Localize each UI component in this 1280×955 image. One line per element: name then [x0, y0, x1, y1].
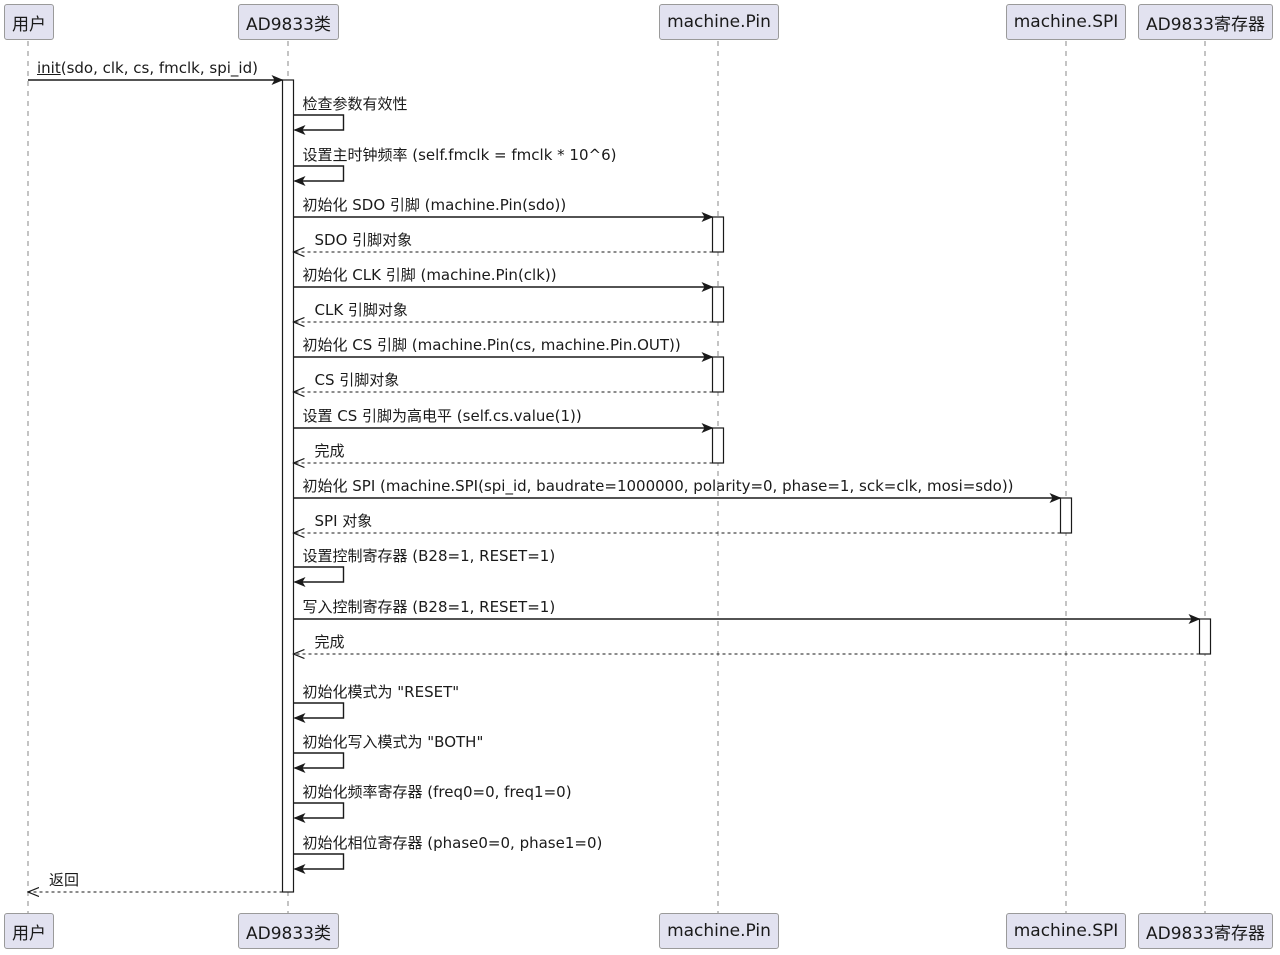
- message-label: 设置 CS 引脚为高电平 (self.cs.value(1)): [303, 407, 582, 425]
- message-label: 初始化 SDO 引脚 (machine.Pin(sdo)): [303, 196, 567, 214]
- message-text: 完成: [314, 633, 345, 651]
- message-label: 初始化频率寄存器 (freq0=0, freq1=0): [303, 783, 572, 801]
- message-label: 初始化模式为 "RESET": [303, 683, 460, 701]
- message-label: 设置主时钟频率 (self.fmclk = fmclk * 10^6): [303, 146, 617, 164]
- activation-bar-ad: [281, 79, 295, 893]
- message-text: (sdo, clk, cs, fmclk, spi_id): [60, 59, 258, 77]
- activation-bar-pin: [711, 216, 725, 253]
- activation-bar-spi: [1059, 497, 1073, 534]
- message-label: init(sdo, clk, cs, fmclk, spi_id): [37, 59, 258, 77]
- message-label: 初始化 SPI (machine.SPI(spi_id, baudrate=10…: [303, 477, 1014, 495]
- message-text: 返回: [49, 871, 80, 889]
- message-label: 完成: [315, 633, 345, 651]
- message-text: 设置主时钟频率 (self.fmclk = fmclk * 10^6): [302, 146, 617, 164]
- message-text: 初始化频率寄存器 (freq0=0, freq1=0): [302, 783, 572, 801]
- message-text: 设置 CS 引脚为高电平 (self.cs.value(1)): [302, 407, 582, 425]
- message-text: 初始化模式为 "RESET": [302, 683, 460, 701]
- message-text: 初始化 CS 引脚 (machine.Pin(cs, machine.Pin.O…: [302, 336, 681, 354]
- message-label: 初始化写入模式为 "BOTH": [303, 733, 484, 751]
- message-text: SDO 引脚对象: [314, 231, 413, 249]
- message-label: 初始化 CS 引脚 (machine.Pin(cs, machine.Pin.O…: [303, 336, 681, 354]
- message-label: 设置控制寄存器 (B28=1, RESET=1): [303, 547, 556, 565]
- message-text: 检查参数有效性: [302, 95, 408, 113]
- message-label: CS 引脚对象: [315, 371, 400, 389]
- activation-bar-pin: [711, 356, 725, 393]
- message-text: 初始化 CLK 引脚 (machine.Pin(clk)): [302, 266, 557, 284]
- message-text: 初始化 SPI (machine.SPI(spi_id, baudrate=10…: [302, 477, 1014, 495]
- activation-bar-pin: [711, 286, 725, 323]
- message-label: 初始化相位寄存器 (phase0=0, phase1=0): [303, 834, 603, 852]
- self-message-arrow: [293, 566, 345, 587]
- message-text: SPI 对象: [314, 512, 373, 530]
- self-message-arrow: [293, 165, 345, 186]
- self-message-arrow: [293, 114, 345, 135]
- activation-bar-reg: [1198, 618, 1212, 655]
- message-label: SDO 引脚对象: [315, 231, 413, 249]
- message-label: 返回: [49, 871, 79, 889]
- message-label: SPI 对象: [315, 512, 373, 530]
- message-text: 初始化相位寄存器 (phase0=0, phase1=0): [302, 834, 603, 852]
- message-text: 写入控制寄存器 (B28=1, RESET=1): [302, 598, 556, 616]
- message-label: 完成: [315, 442, 345, 460]
- message-label: CLK 引脚对象: [315, 301, 408, 319]
- message-text: 完成: [314, 442, 345, 460]
- message-text: 设置控制寄存器 (B28=1, RESET=1): [302, 547, 556, 565]
- message-text: 初始化 SDO 引脚 (machine.Pin(sdo)): [302, 196, 567, 214]
- message-method-name: init: [37, 59, 61, 77]
- message-label: 初始化 CLK 引脚 (machine.Pin(clk)): [303, 266, 557, 284]
- message-text: 初始化写入模式为 "BOTH": [302, 733, 484, 751]
- self-message-arrow: [293, 752, 345, 773]
- message-text: CLK 引脚对象: [314, 301, 408, 319]
- self-message-arrow: [293, 802, 345, 823]
- message-text: CS 引脚对象: [314, 371, 400, 389]
- activation-bar-pin: [711, 427, 725, 464]
- message-label: 检查参数有效性: [303, 95, 408, 113]
- self-message-arrow: [293, 702, 345, 723]
- self-message-arrow: [293, 853, 345, 874]
- message-label: 写入控制寄存器 (B28=1, RESET=1): [303, 598, 556, 616]
